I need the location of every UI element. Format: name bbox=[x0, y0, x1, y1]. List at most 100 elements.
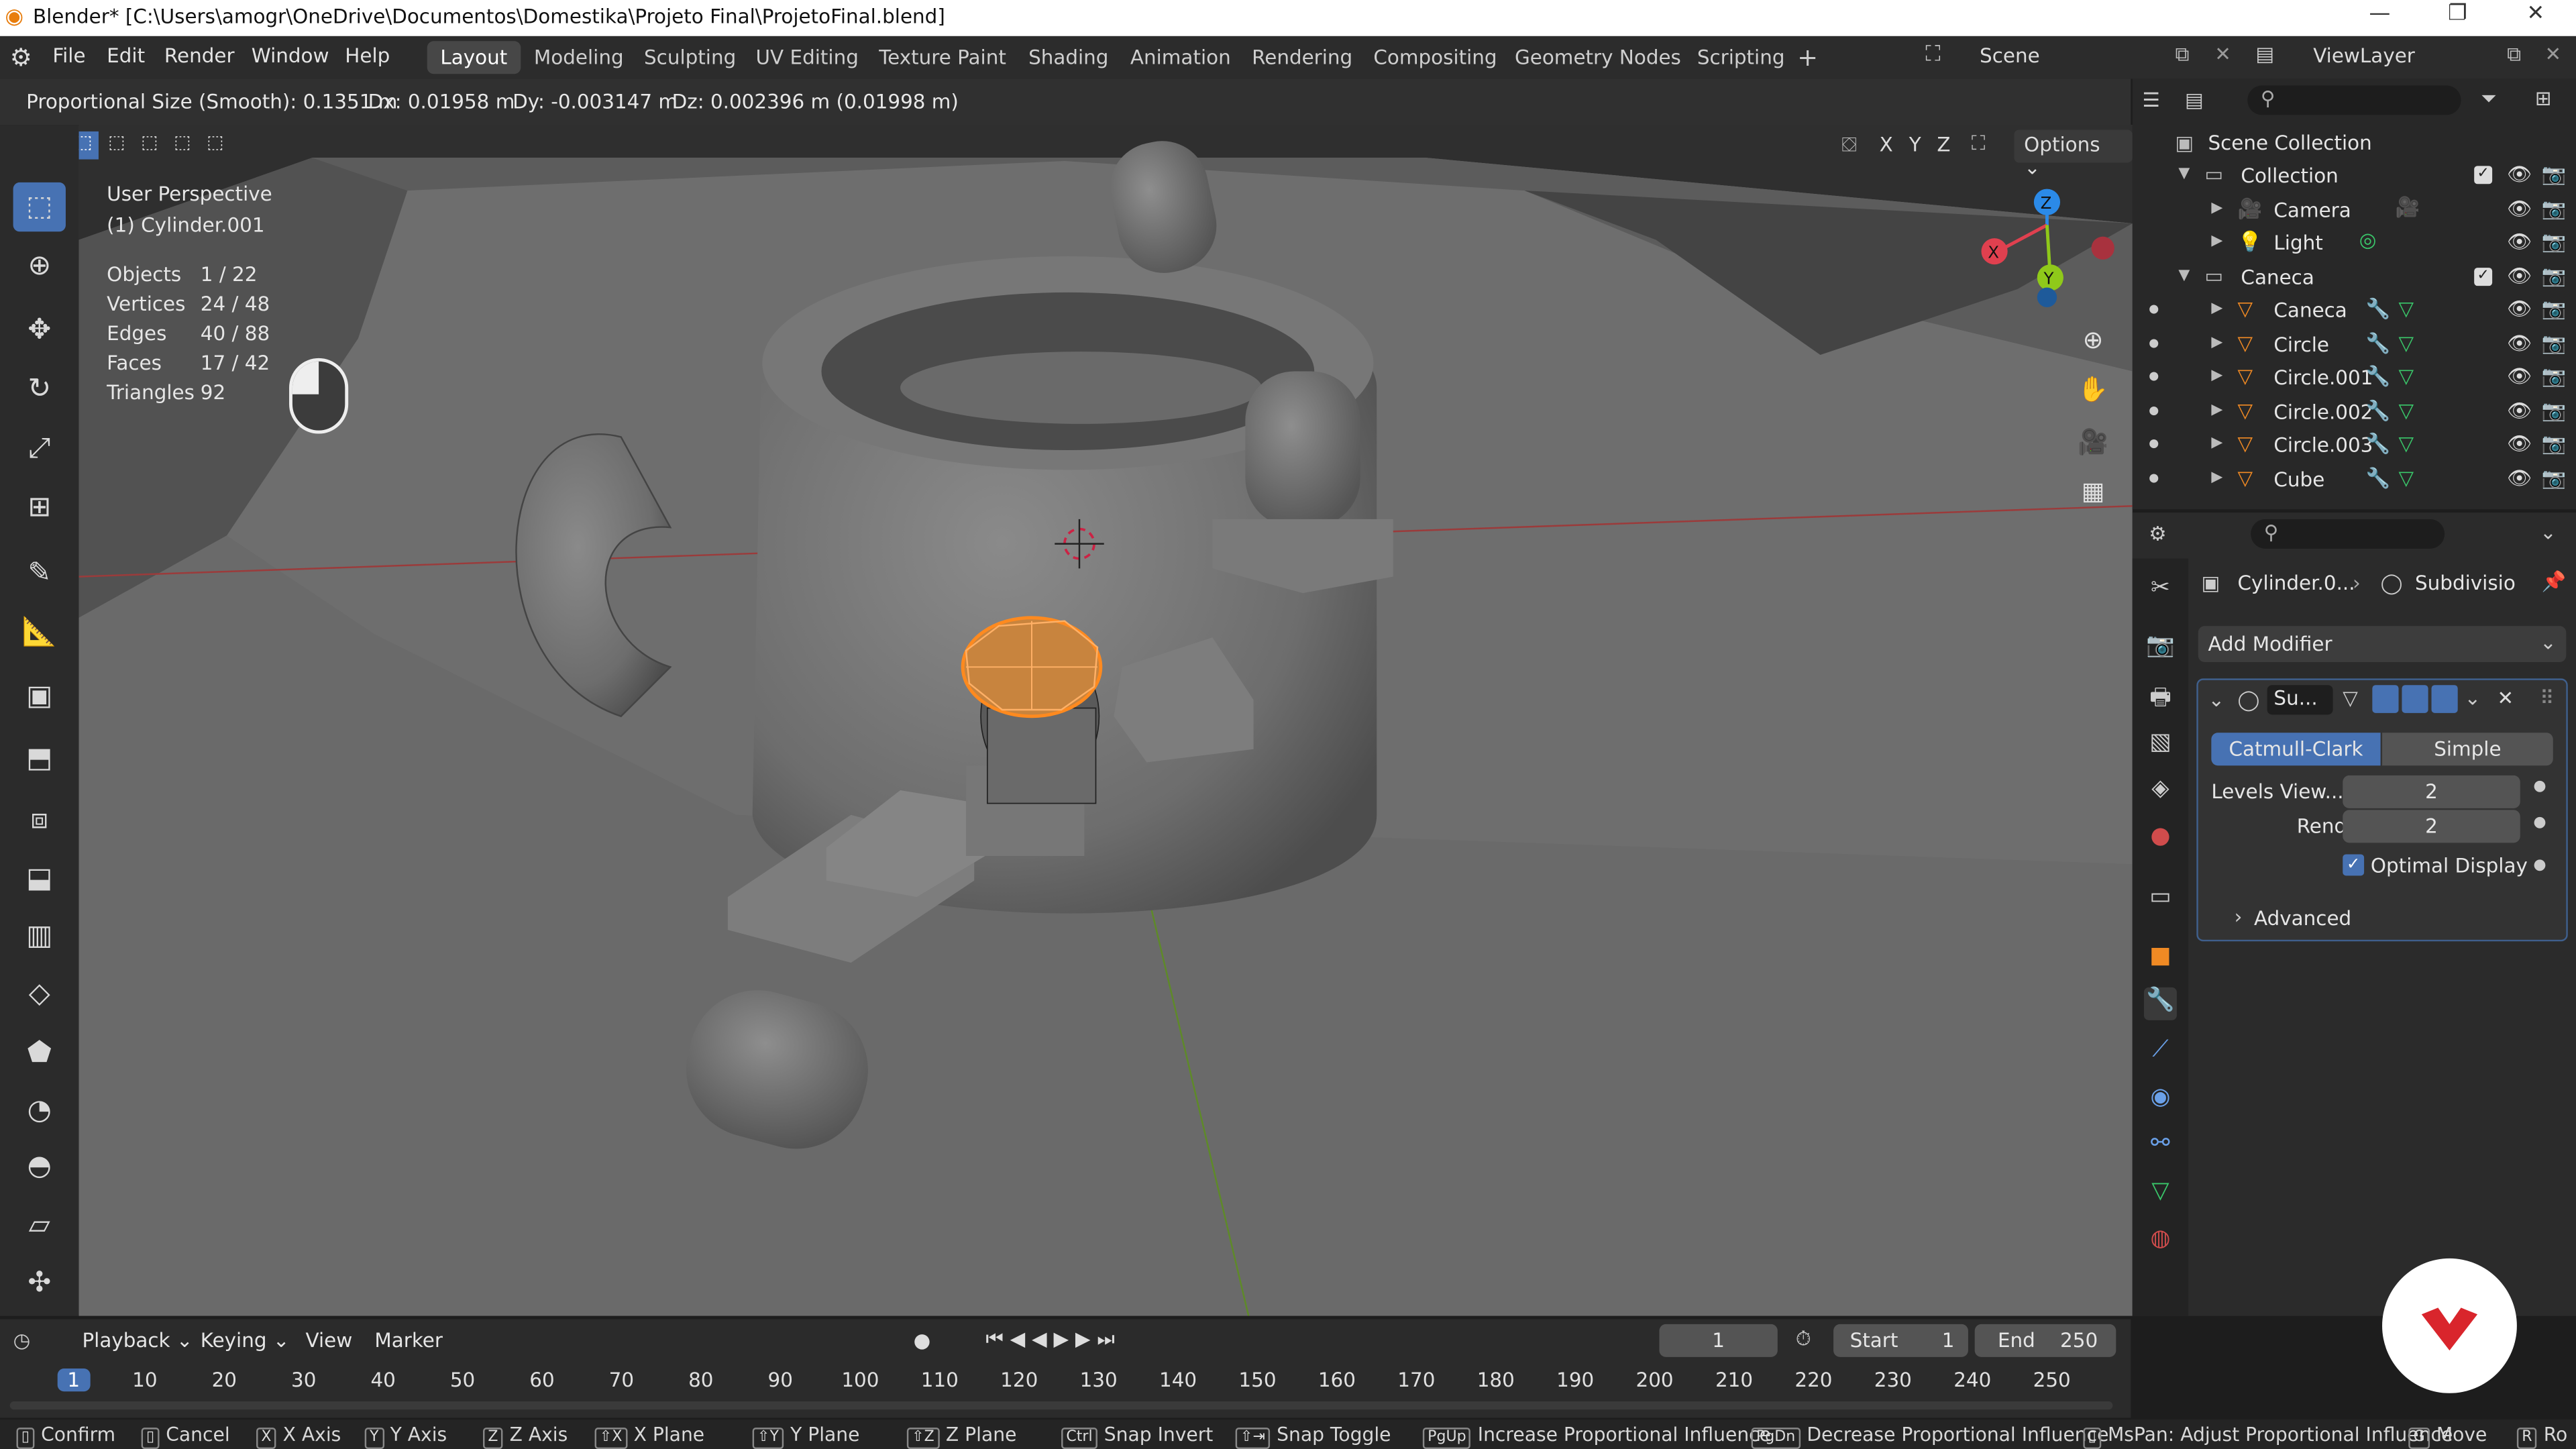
realtime-toggle-icon[interactable] bbox=[2402, 685, 2428, 713]
camera-data-icon[interactable]: 🎥 bbox=[2396, 195, 2420, 217]
clock-icon[interactable]: ⏱ bbox=[1796, 1328, 1811, 1352]
outliner-item-circle-002[interactable]: ● ▶ ▽ Circle.002 🔧 ▽ 👁 📷 bbox=[2133, 395, 2576, 428]
rip-tool-icon[interactable]: ✣ bbox=[13, 1258, 66, 1307]
world-tab-icon[interactable]: ● bbox=[2144, 823, 2177, 856]
select-dot-icon[interactable]: ● bbox=[2149, 471, 2159, 484]
expand-toggle-icon[interactable]: ▶ bbox=[2211, 402, 2222, 418]
add-modifier-dropdown[interactable]: Add Modifier ⌄ bbox=[2198, 626, 2567, 662]
add-workspace-icon[interactable]: + bbox=[1797, 43, 1818, 72]
keyframe-dot-icon[interactable]: ● bbox=[2533, 857, 2546, 873]
mesh-data-icon[interactable]: ▽ bbox=[2399, 297, 2414, 320]
3d-viewport[interactable]: ⬚ ⬚ ⬚ ⬚ ⬚ User Perspective (1) Cylinder.… bbox=[78, 125, 2133, 1316]
eye-icon[interactable]: 👁 bbox=[2507, 466, 2532, 488]
modifier-name-input[interactable]: Su... bbox=[2267, 685, 2333, 715]
mirror-z-toggle[interactable]: Z bbox=[1937, 133, 1950, 156]
timeline-scrollbar[interactable] bbox=[9, 1401, 2113, 1410]
start-frame-field[interactable]: Start 1 bbox=[1833, 1324, 1968, 1357]
measure-tool-icon[interactable]: 📐 bbox=[13, 608, 66, 657]
modifier-menu-icon[interactable]: ⌄ bbox=[2464, 687, 2481, 710]
mesh-data-icon[interactable]: ▽ bbox=[2399, 365, 2414, 388]
select-dot-icon[interactable]: ● bbox=[2149, 403, 2159, 417]
keying-menu[interactable]: Keying ⌄ bbox=[201, 1329, 290, 1352]
camera-render-icon[interactable]: 📷 bbox=[2542, 230, 2567, 253]
modifier-wrench-icon[interactable]: 🔧 bbox=[2366, 466, 2391, 488]
playback-controls[interactable]: ⏮◀◀▶▶⏭ bbox=[985, 1328, 1121, 1352]
inset-tool-icon[interactable]: ⧈ bbox=[13, 795, 66, 844]
shear-tool-icon[interactable]: ▱ bbox=[13, 1201, 66, 1250]
outliner-item-circle-001[interactable]: ● ▶ ▽ Circle.001 🔧 ▽ 👁 📷 bbox=[2133, 362, 2576, 394]
view-menu[interactable]: View bbox=[306, 1329, 353, 1352]
menu-help[interactable]: Help bbox=[345, 44, 390, 67]
mirror-icon[interactable]: ⛋ bbox=[1841, 133, 1856, 158]
tab-shading[interactable]: Shading bbox=[1015, 41, 1122, 74]
properties-options-icon[interactable]: ⌄ bbox=[2540, 521, 2557, 543]
properties-editor-icon[interactable]: ⚙ bbox=[2149, 523, 2166, 545]
edit-mode-toggle-icon[interactable] bbox=[2372, 685, 2399, 713]
menu-file[interactable]: File bbox=[52, 44, 85, 67]
move-tool-icon[interactable]: ✥ bbox=[13, 306, 66, 355]
on-cage-icon[interactable]: ▽ bbox=[2343, 687, 2358, 710]
outliner-item-circle[interactable]: ● ▶ ▽ Circle 🔧 ▽ 👁 📷 bbox=[2133, 328, 2576, 361]
outliner-search-input[interactable]: ⚲ bbox=[2247, 85, 2461, 115]
options-dropdown[interactable]: Options ⌄ bbox=[2014, 129, 2133, 179]
minimize-icon[interactable]: — bbox=[2369, 1, 2390, 26]
zoom-icon[interactable]: ⊕ bbox=[2074, 325, 2113, 365]
restore-icon[interactable]: ❐ bbox=[2448, 1, 2467, 26]
mirror-y-toggle[interactable]: Y bbox=[1909, 133, 1921, 156]
physics-tab-icon[interactable]: ◉ bbox=[2144, 1084, 2177, 1117]
remove-modifier-icon[interactable]: ✕ bbox=[2497, 687, 2514, 710]
particles-tab-icon[interactable]: ⟋ bbox=[2144, 1036, 2177, 1069]
bevel-tool-icon[interactable]: ⬓ bbox=[13, 854, 66, 903]
mesh-data-icon[interactable]: ▽ bbox=[2399, 432, 2414, 455]
object-tab-icon[interactable]: ■ bbox=[2144, 943, 2177, 976]
collection-tab-icon[interactable]: ▭ bbox=[2144, 884, 2177, 917]
poly-build-tool-icon[interactable]: ⬟ bbox=[13, 1028, 66, 1077]
modifier-wrench-icon[interactable]: 🔧 bbox=[2366, 432, 2391, 455]
constraints-tab-icon[interactable]: ⚯ bbox=[2144, 1130, 2177, 1163]
menu-render[interactable]: Render bbox=[164, 44, 235, 67]
simple-button[interactable]: Simple bbox=[2382, 733, 2553, 766]
exclude-checkbox[interactable]: ✓ bbox=[2474, 166, 2493, 184]
render-levels-field[interactable]: 2 bbox=[2343, 810, 2520, 843]
spin-tool-icon[interactable]: ◔ bbox=[13, 1086, 66, 1135]
scale-tool-icon[interactable]: ⤢ bbox=[13, 424, 66, 473]
camera-render-icon[interactable]: 📷 bbox=[2542, 432, 2567, 455]
pan-hand-icon[interactable]: ✋ bbox=[2074, 374, 2113, 414]
expand-toggle-icon[interactable]: ▼ bbox=[2178, 267, 2190, 283]
tab-modeling[interactable]: Modeling bbox=[521, 41, 637, 74]
tab-animation[interactable]: Animation bbox=[1117, 41, 1244, 74]
auto-merge-icon[interactable]: ⛶ bbox=[1972, 131, 1986, 156]
add-cube-tool-icon[interactable]: ▣ bbox=[13, 672, 66, 721]
select-dot-icon[interactable]: ● bbox=[2149, 370, 2159, 383]
tool-tab-icon[interactable]: ✂ bbox=[2144, 575, 2177, 608]
scene-tab-icon[interactable]: ◈ bbox=[2144, 775, 2177, 808]
intersect-selection-icon[interactable]: ⬚ bbox=[201, 131, 230, 160]
outliner-item-camera[interactable]: ▶ 🎥 Camera 🎥 👁 📷 bbox=[2133, 193, 2576, 226]
camera-render-icon[interactable]: 📷 bbox=[2542, 398, 2567, 421]
catmull-clark-button[interactable]: Catmull-Clark bbox=[2211, 733, 2381, 766]
scene-collection-label[interactable]: Scene Collection bbox=[2208, 131, 2371, 154]
tab-texture-paint[interactable]: Texture Paint bbox=[866, 41, 1020, 74]
scene-name[interactable]: Scene bbox=[1980, 44, 2160, 74]
scene-icon[interactable]: ⛶ bbox=[1925, 43, 1940, 68]
keyframe-dot-icon[interactable]: ● bbox=[2533, 779, 2546, 795]
new-scene-icon[interactable]: ⧉ bbox=[2175, 43, 2189, 68]
tab-rendering[interactable]: Rendering bbox=[1239, 41, 1366, 74]
view-layer-name[interactable]: ViewLayer bbox=[2313, 44, 2415, 67]
display-mode-icon[interactable]: ▤ bbox=[2185, 89, 2204, 111]
loop-cut-tool-icon[interactable]: ▥ bbox=[13, 912, 66, 961]
cursor-tool-icon[interactable]: ⊕ bbox=[13, 241, 66, 290]
breadcrumb-modifier[interactable]: Subdivisio bbox=[2415, 572, 2516, 594]
advanced-section-label[interactable]: Advanced bbox=[2254, 907, 2351, 930]
camera-render-icon[interactable]: 📷 bbox=[2542, 297, 2567, 320]
delete-scene-icon[interactable]: ✕ bbox=[2214, 43, 2231, 66]
close-icon[interactable]: ✕ bbox=[2527, 1, 2545, 26]
camera-render-icon[interactable]: 📷 bbox=[2542, 162, 2567, 185]
marker-menu[interactable]: Marker bbox=[374, 1329, 443, 1352]
output-tab-icon[interactable]: 🖶 bbox=[2144, 680, 2177, 713]
outliner-item-cube[interactable]: ● ▶ ▽ Cube 🔧 ▽ 👁 📷 bbox=[2133, 462, 2576, 495]
navigation-gizmo[interactable]: Z X Y bbox=[1968, 182, 2116, 314]
playback-menu[interactable]: Playback ⌄ bbox=[82, 1329, 193, 1352]
levels-viewport-field[interactable]: 2 bbox=[2343, 775, 2520, 808]
render-toggle-icon[interactable] bbox=[2431, 685, 2458, 713]
